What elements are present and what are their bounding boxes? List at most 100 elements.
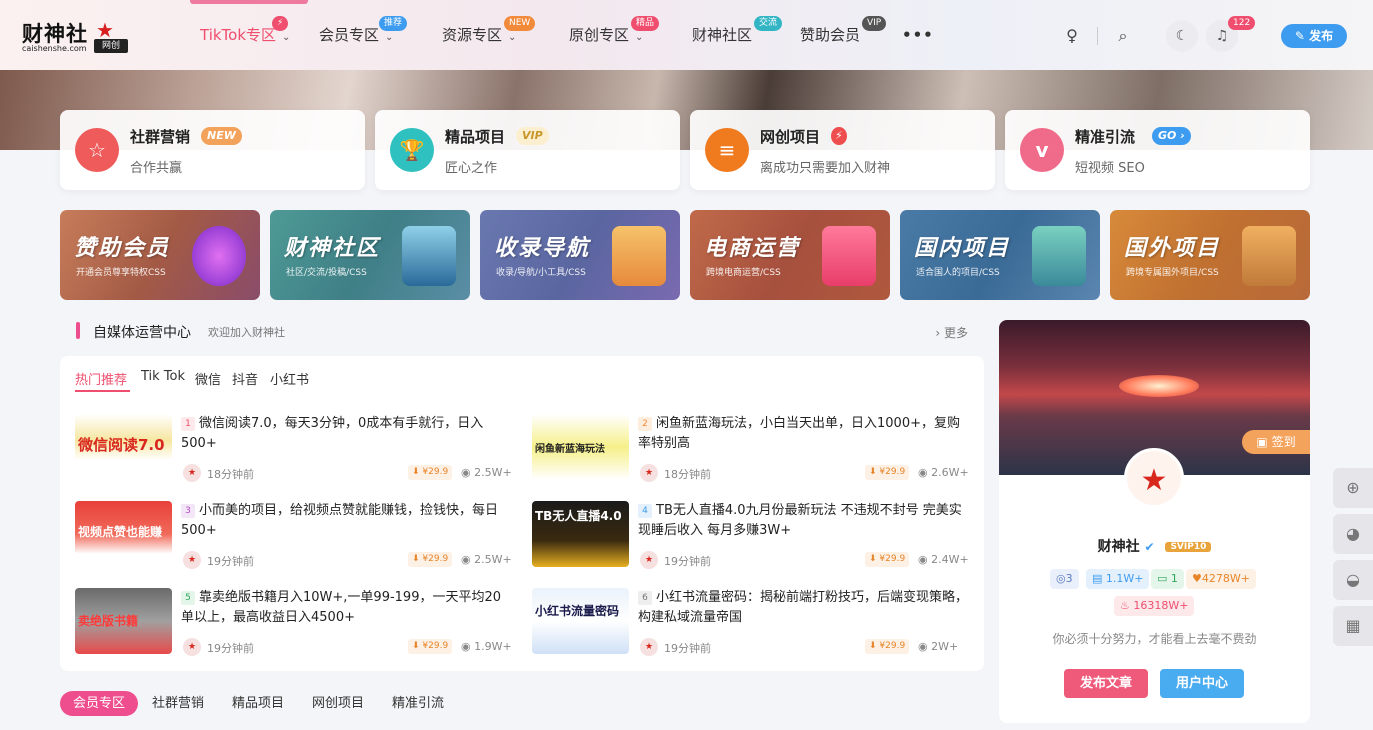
nav-original[interactable]: 原创专区 ⌄ 精品: [569, 16, 660, 46]
plus-icon[interactable]: ⊕: [1333, 468, 1373, 508]
qrcode-icon[interactable]: ▦: [1333, 606, 1373, 646]
nav-badge: 精品: [631, 16, 660, 31]
tab-tiktok[interactable]: Tik Tok: [141, 369, 185, 384]
banner-sub: 收录/导航/小工具/CSS: [496, 268, 586, 278]
post-thumbnail[interactable]: 卖绝版书籍: [75, 588, 172, 654]
author-avatar[interactable]: ★: [640, 464, 658, 482]
post-views: ◉ 2.5W+: [461, 553, 512, 566]
publish-button[interactable]: ✎ 发布: [1281, 24, 1347, 48]
post-views: ◉ 2.5W+: [461, 466, 512, 479]
banner-title: 赞助会员: [74, 235, 171, 261]
banner-navigation[interactable]: 收录导航 收录/导航/小工具/CSS: [480, 210, 680, 300]
nav-resource[interactable]: 资源专区 ⌄ NEW: [442, 16, 536, 46]
stat-popularity: ♨ 16318W+: [1114, 596, 1195, 616]
post-price: ⬇ ¥29.9: [865, 639, 910, 654]
card-title: 网创项目: [760, 128, 821, 146]
post-item[interactable]: TB无人直播4.0 4 TB无人直播4.0九月份最新玩法 不违规不封号 完美实现睡…: [532, 501, 972, 576]
banner-sub: 开通会员尊享特权CSS: [76, 268, 166, 278]
tab-hot[interactable]: 热门推荐: [75, 369, 127, 388]
post-item[interactable]: 小红书流量密码 6 小红书流量密码：揭秘前端打粉技巧，后端变现策略，构建私域流量帝…: [532, 588, 972, 663]
nav-badge: VIP: [862, 16, 887, 31]
post-thumbnail[interactable]: 闲鱼新蓝海玩法: [532, 414, 629, 480]
post-item[interactable]: 微信阅读7.0 1 微信阅读7.0，每天3分钟，0成本有手就行，日入500+ ★ …: [75, 414, 515, 489]
more-link[interactable]: › 更多: [935, 324, 968, 341]
card-community-marketing[interactable]: ☆ 社群营销 NEW 合作共赢: [60, 110, 365, 190]
banner-domestic[interactable]: 国内项目 适合国人的项目/CSS: [900, 210, 1100, 300]
nav-badge: 交流: [754, 16, 783, 31]
sunset-decoration: [1119, 375, 1199, 397]
post-item[interactable]: 卖绝版书籍 5 靠卖绝版书籍月入10W+,一单99-199，一天平均20单以上，最…: [75, 588, 515, 663]
user-name[interactable]: 财神社: [1098, 539, 1140, 555]
author-avatar[interactable]: ★: [183, 551, 201, 569]
reading-kid-icon: [612, 226, 666, 286]
wechat-icon[interactable]: ◒: [1333, 560, 1373, 600]
level-badge: SVIP10: [1165, 542, 1212, 552]
post-thumbnail[interactable]: TB无人直播4.0: [532, 501, 629, 567]
desk-person-icon: [1242, 226, 1296, 286]
publish-article-button[interactable]: 发布文章: [1064, 669, 1148, 698]
nav-tiktok[interactable]: TikTok专区 ⌄ ⚡: [200, 16, 290, 46]
bottom-tab-online[interactable]: 网创项目: [312, 692, 364, 716]
logo-tag: 网创: [94, 39, 128, 53]
nav-badge: NEW: [504, 16, 536, 31]
post-title[interactable]: 5 靠卖绝版书籍月入10W+,一单99-199，一天平均20单以上，最高收益日入4…: [181, 588, 511, 628]
database-icon: ≡: [705, 128, 749, 172]
nav-member[interactable]: 会员专区 ⌄ 推荐: [319, 16, 408, 46]
banner-community[interactable]: 财神社区 社区/交流/投稿/CSS: [270, 210, 470, 300]
user-avatar[interactable]: ★: [1124, 448, 1184, 508]
bottom-tab-community-marketing[interactable]: 社群营销: [152, 692, 204, 716]
card-online-projects[interactable]: ≡ 网创项目 ⚡ 离成功只需要加入财神: [690, 110, 995, 190]
tab-underline: [75, 390, 130, 392]
post-item[interactable]: 闲鱼新蓝海玩法 2 闲鱼新蓝海玩法，小白当天出单，日入1000+，复购率特别高 ★…: [532, 414, 972, 489]
site-logo[interactable]: 财神社 ★ caishenshe.com 网创: [22, 18, 132, 54]
nav-active-indicator: [190, 0, 308, 4]
bottom-tab-member[interactable]: 会员专区: [60, 691, 138, 716]
tab-douyin[interactable]: 抖音: [232, 369, 258, 388]
card-precise-traffic[interactable]: v 精准引流 GO › 短视频 SEO: [1005, 110, 1310, 190]
nav-badge: 推荐: [379, 16, 408, 31]
moon-icon[interactable]: ☾: [1166, 20, 1198, 52]
bottom-tab-traffic[interactable]: 精准引流: [392, 692, 444, 716]
nav-label: TikTok专区: [200, 26, 277, 44]
post-title[interactable]: 2 闲鱼新蓝海玩法，小白当天出单，日入1000+，复购率特别高: [638, 414, 968, 454]
author-avatar[interactable]: ★: [640, 551, 658, 569]
user-center-button[interactable]: 用户中心: [1160, 669, 1244, 698]
post-title[interactable]: 6 小红书流量密码：揭秘前端打粉技巧，后端变现策略，构建私域流量帝国: [638, 588, 968, 628]
star-icon: ★: [96, 18, 114, 42]
post-item[interactable]: 视频点赞也能赚 3 小而美的项目，给视频点赞就能赚钱，捡钱快，每日500+ ★ 1…: [75, 501, 515, 576]
user-motto: 你必须十分努力，才能看上去毫不费劲: [1052, 632, 1257, 646]
nav-community[interactable]: 财神社区 交流: [692, 16, 783, 46]
banner-ecommerce[interactable]: 电商运营 跨境电商运营/CSS: [690, 210, 890, 300]
banner-sponsor[interactable]: 赞助会员 开通会员尊享特权CSS: [60, 210, 260, 300]
post-thumbnail[interactable]: 小红书流量密码: [532, 588, 629, 654]
tab-wechat[interactable]: 微信: [195, 369, 221, 388]
tab-xiaohongshu[interactable]: 小红书: [270, 369, 309, 388]
search-icon[interactable]: ⌕: [1113, 26, 1133, 46]
post-time: 19分钟前: [207, 642, 254, 655]
signin-button[interactable]: ▣ 签到: [1242, 430, 1310, 454]
post-title[interactable]: 3 小而美的项目，给视频点赞就能赚钱，捡钱快，每日500+: [181, 501, 511, 541]
post-price: ⬇ ¥29.9: [865, 552, 910, 567]
post-thumbnail[interactable]: 微信阅读7.0: [75, 414, 172, 480]
post-title[interactable]: 1 微信阅读7.0，每天3分钟，0成本有手就行，日入500+: [181, 414, 511, 454]
post-views: ◉ 1.9W+: [461, 640, 512, 653]
qq-icon[interactable]: ◕: [1333, 514, 1373, 554]
bottom-tab-premium[interactable]: 精品项目: [232, 692, 284, 716]
post-thumbnail[interactable]: 视频点赞也能赚: [75, 501, 172, 567]
nav-more-button[interactable]: •••: [902, 24, 934, 46]
nav-sponsor[interactable]: 赞助会员 VIP: [800, 16, 887, 46]
author-avatar[interactable]: ★: [183, 464, 201, 482]
nav-label: 会员专区: [319, 26, 380, 44]
author-avatar[interactable]: ★: [183, 638, 201, 656]
post-title[interactable]: 4 TB无人直播4.0九月份最新玩法 不违规不封号 完美实现睡后收入 每月多赚3W…: [638, 501, 968, 541]
section-header: 自媒体运营中心 欢迎加入财神社 › 更多: [60, 318, 984, 344]
stat-replies: ▭ 1: [1151, 569, 1184, 589]
stat-posts: ▤ 1.1W+: [1086, 569, 1150, 589]
post-views: ◉ 2.6W+: [918, 466, 969, 479]
post-time: 19分钟前: [207, 555, 254, 568]
author-avatar[interactable]: ★: [640, 638, 658, 656]
banner-foreign[interactable]: 国外项目 跨境专属国外项目/CSS: [1110, 210, 1310, 300]
lightbulb-icon[interactable]: ♀: [1062, 26, 1082, 46]
post-views: ◉ 2W+: [918, 640, 959, 653]
card-premium-projects[interactable]: 🏆 精品项目 VIP 匠心之作: [375, 110, 680, 190]
